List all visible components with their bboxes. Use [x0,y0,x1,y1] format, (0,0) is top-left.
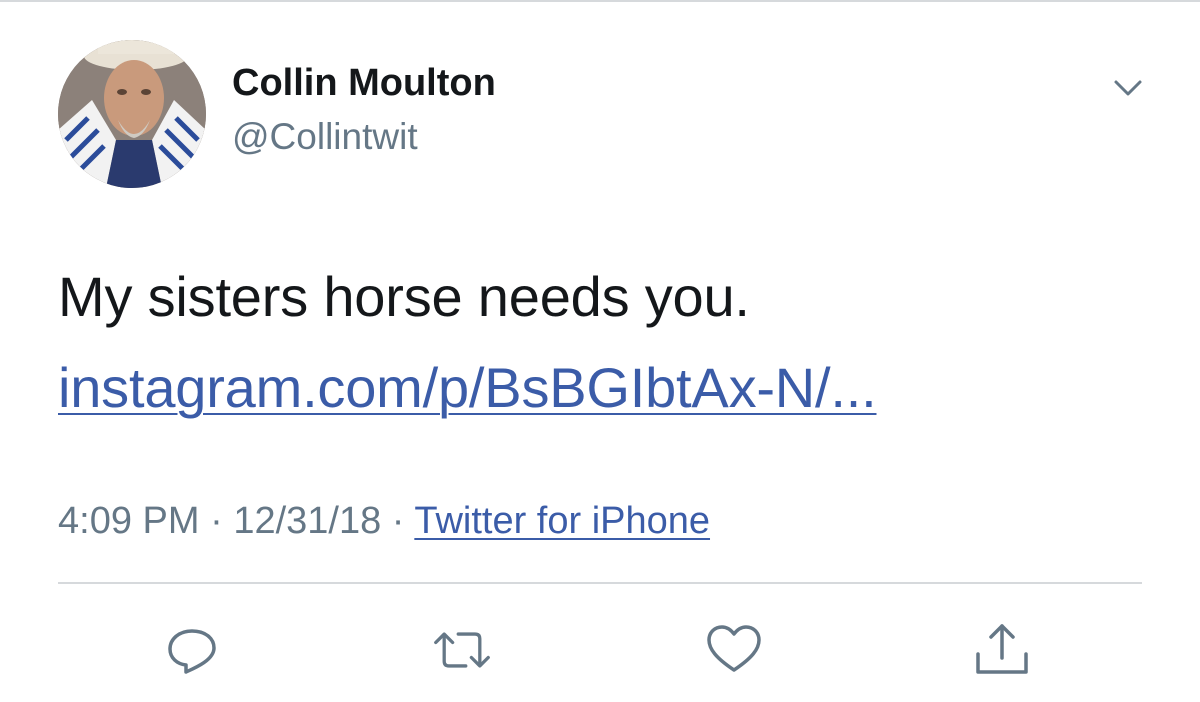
author-handle[interactable]: @Collintwit [232,116,418,158]
tweet-time: 4:09 PM [58,500,200,542]
actions-divider [58,582,1142,584]
tweet-link[interactable]: instagram.com/p/BsBGIbtAx-N/... [58,355,877,420]
tweet-source-link[interactable]: Twitter for iPhone [414,500,710,542]
meta-separator: · [199,500,234,542]
tweet-date: 12/31/18 [233,500,382,542]
chevron-down-icon[interactable] [1110,72,1146,104]
share-icon [976,624,1028,674]
tweet-text: My sisters horse needs you. [58,265,750,328]
heart-icon [707,625,761,672]
retweet-button[interactable] [432,620,492,680]
avatar[interactable] [58,40,206,188]
like-button[interactable] [704,620,764,680]
top-divider [0,0,1200,2]
meta-separator: · [381,500,415,542]
author-name[interactable]: Collin Moulton [232,62,496,105]
reply-button[interactable] [162,620,222,680]
share-button[interactable] [972,620,1032,680]
retweet-icon [434,632,490,668]
tweet-meta: 4:09 PM · 12/31/18 · Twitter for iPhone [58,500,710,543]
reply-icon [168,629,216,674]
